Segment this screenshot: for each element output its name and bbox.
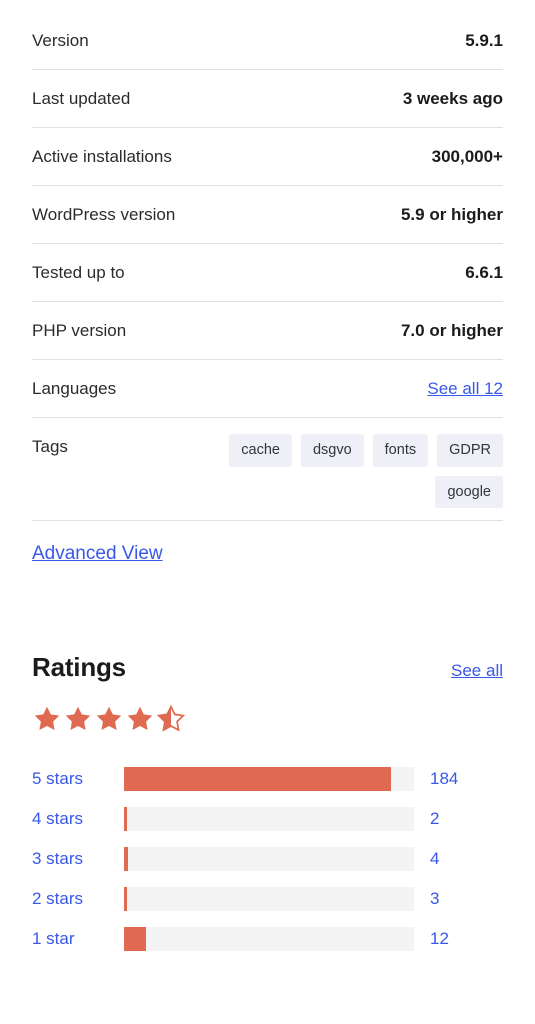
meta-row-version: Version 5.9.1 bbox=[32, 12, 503, 70]
meta-label: Tags bbox=[32, 437, 68, 456]
rating-bar-count[interactable]: 3 bbox=[430, 889, 439, 909]
star-icon bbox=[65, 706, 91, 730]
ratings-header: Ratings See all bbox=[32, 652, 503, 683]
rating-bar-track[interactable] bbox=[124, 887, 414, 911]
rating-bar-label[interactable]: 5 stars bbox=[32, 769, 124, 789]
see-all-languages-link[interactable]: See all 12 bbox=[427, 376, 503, 401]
tag-chip[interactable]: cache bbox=[229, 434, 292, 467]
see-all-ratings-link[interactable]: See all bbox=[451, 661, 503, 681]
meta-row-wordpress-version: WordPress version 5.9 or higher bbox=[32, 186, 503, 244]
tag-chip[interactable]: GDPR bbox=[437, 434, 503, 467]
meta-row-tags: Tags cache dsgvo fonts GDPR google bbox=[32, 418, 503, 520]
rating-bar-row: 4 stars 2 bbox=[32, 799, 503, 839]
meta-label: Last updated bbox=[32, 89, 131, 108]
meta-value: 5.9.1 bbox=[465, 31, 503, 50]
tag-chip[interactable]: google bbox=[435, 475, 503, 508]
tag-list: cache dsgvo fonts GDPR google bbox=[173, 434, 503, 508]
meta-value: 3 weeks ago bbox=[402, 89, 503, 108]
meta-label: WordPress version bbox=[32, 205, 176, 224]
meta-row-tested-up-to: Tested up to 6.6.1 bbox=[32, 244, 503, 302]
rating-bar-row: 2 stars 3 bbox=[32, 879, 503, 919]
rating-bar-count[interactable]: 12 bbox=[430, 929, 449, 949]
meta-value: 7.0 or higher bbox=[400, 321, 503, 340]
meta-label: Tested up to bbox=[32, 263, 125, 282]
meta-row-active-installations: Active installations 300,000+ bbox=[32, 128, 503, 186]
rating-bar-track[interactable] bbox=[124, 927, 414, 951]
meta-label: Languages bbox=[32, 379, 117, 398]
ratings-breakdown: 5 stars 184 4 stars 2 3 stars 4 2 stars … bbox=[32, 759, 503, 959]
star-rating bbox=[32, 703, 503, 735]
rating-bar-track[interactable] bbox=[124, 767, 414, 791]
meta-label: Active installations bbox=[32, 147, 172, 166]
tag-chip[interactable]: fonts bbox=[372, 434, 429, 467]
meta-row-last-updated: Last updated 3 weeks ago bbox=[32, 70, 503, 128]
meta-value: 6.6.1 bbox=[465, 263, 503, 282]
plugin-meta-table: Version 5.9.1 Last updated 3 weeks ago A… bbox=[32, 0, 503, 520]
rating-bar-row: 1 star 12 bbox=[32, 919, 503, 959]
rating-bar-track[interactable] bbox=[124, 847, 414, 871]
rating-bar-track[interactable] bbox=[124, 807, 414, 831]
rating-bar-fill bbox=[124, 767, 391, 791]
rating-bar-count[interactable]: 184 bbox=[430, 769, 458, 789]
ratings-title: Ratings bbox=[32, 652, 126, 682]
rating-bar-row: 3 stars 4 bbox=[32, 839, 503, 879]
rating-bar-fill bbox=[124, 847, 129, 871]
meta-label: Version bbox=[32, 31, 89, 50]
advanced-view-link[interactable]: Advanced View bbox=[32, 541, 163, 567]
rating-bar-label[interactable]: 4 stars bbox=[32, 809, 124, 829]
rating-bar-label[interactable]: 1 star bbox=[32, 929, 124, 949]
star-icon bbox=[127, 706, 153, 730]
rating-bar-row: 5 stars 184 bbox=[32, 759, 503, 799]
rating-bar-count[interactable]: 2 bbox=[430, 809, 439, 829]
meta-value: 300,000+ bbox=[431, 147, 503, 166]
plugin-sidebar-panel: Version 5.9.1 Last updated 3 weeks ago A… bbox=[0, 0, 535, 1024]
rating-bar-fill bbox=[124, 887, 128, 911]
rating-bar-label[interactable]: 2 stars bbox=[32, 889, 124, 909]
meta-value: 5.9 or higher bbox=[400, 205, 503, 224]
ratings-section: Ratings See all 5 stars 184 4 stars 2 3 … bbox=[32, 567, 503, 959]
meta-row-languages: Languages See all 12 bbox=[32, 360, 503, 418]
star-icon bbox=[96, 706, 122, 730]
star-icon bbox=[34, 706, 60, 730]
meta-row-php-version: PHP version 7.0 or higher bbox=[32, 302, 503, 360]
rating-bar-fill bbox=[124, 807, 127, 831]
rating-bar-label[interactable]: 3 stars bbox=[32, 849, 124, 869]
star-half-icon bbox=[156, 704, 186, 732]
rating-bar-count[interactable]: 4 bbox=[430, 849, 439, 869]
rating-bar-fill bbox=[124, 927, 146, 951]
advanced-view-section: Advanced View bbox=[32, 521, 503, 567]
tag-chip[interactable]: dsgvo bbox=[300, 434, 364, 467]
meta-label: PHP version bbox=[32, 321, 127, 340]
